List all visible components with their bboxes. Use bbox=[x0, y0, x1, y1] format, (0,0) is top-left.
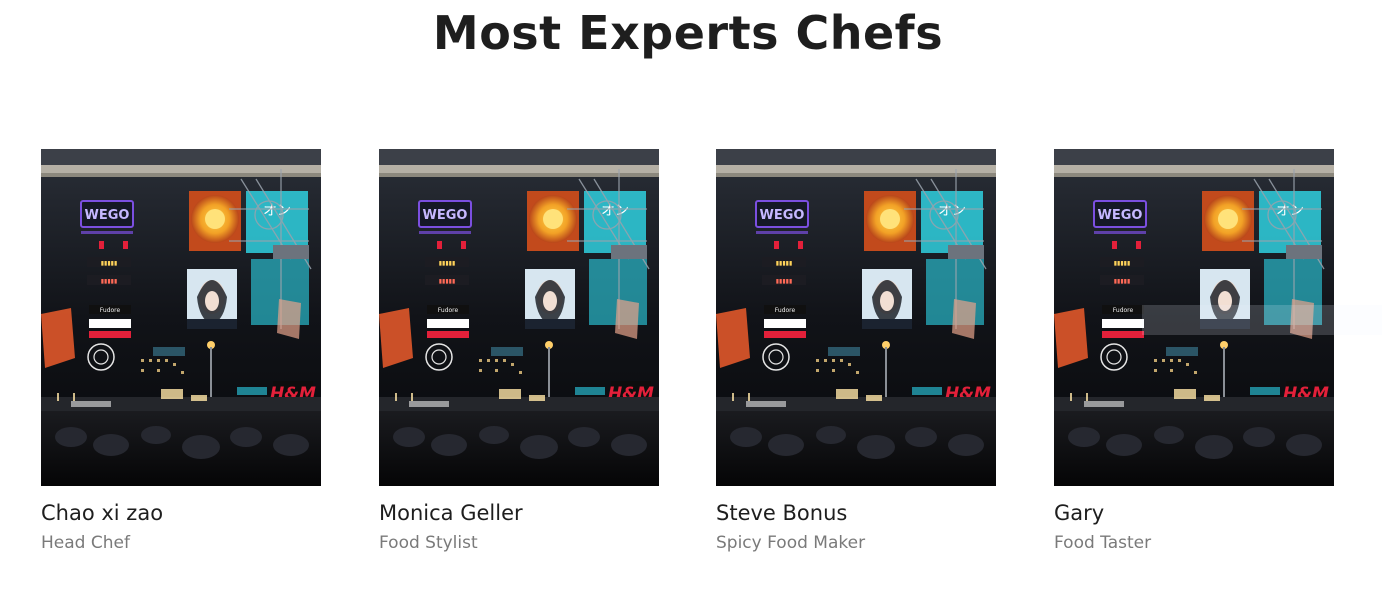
faded-overlay bbox=[1142, 305, 1382, 335]
chef-name: Chao xi zao bbox=[41, 501, 164, 525]
chef-card[interactable]: WEGO オン ▮▮▮▮▮ ▮▮▮▮▮ Fudore bbox=[1054, 149, 1334, 554]
chef-role: Head Chef bbox=[41, 533, 130, 553]
svg-text:▮▮▮▮▮: ▮▮▮▮▮ bbox=[439, 260, 456, 267]
svg-text:▮▮▮▮▮: ▮▮▮▮▮ bbox=[776, 278, 793, 285]
section-title: Most Experts Chefs bbox=[432, 6, 944, 60]
chef-photo: WEGO オン ▮▮▮▮▮ ▮▮▮▮▮ Fudore H&M bbox=[379, 149, 659, 486]
svg-text:Fudore: Fudore bbox=[100, 307, 121, 314]
svg-text:▮▮▮▮▮: ▮▮▮▮▮ bbox=[1114, 260, 1131, 267]
svg-text:▮▮▮▮▮: ▮▮▮▮▮ bbox=[439, 278, 456, 285]
chef-role: Food Stylist bbox=[379, 533, 478, 553]
chef-photo: WEGO オン ▮▮▮▮▮ ▮▮▮▮▮ Fudore H&M bbox=[41, 149, 321, 486]
chef-name: Monica Geller bbox=[379, 501, 523, 525]
svg-text:Fudore: Fudore bbox=[438, 307, 459, 314]
svg-text:WEGO: WEGO bbox=[760, 208, 805, 223]
svg-text:Fudore: Fudore bbox=[775, 307, 796, 314]
svg-text:▮▮▮▮▮: ▮▮▮▮▮ bbox=[101, 278, 118, 285]
svg-text:オン: オン bbox=[263, 203, 291, 219]
chef-name: Gary bbox=[1054, 501, 1105, 525]
chef-card[interactable]: WEGO オン ▮▮▮▮▮ ▮▮▮▮▮ Fudore bbox=[716, 149, 996, 554]
svg-text:WEGO: WEGO bbox=[1098, 208, 1143, 223]
svg-text:オン: オン bbox=[601, 203, 629, 219]
chef-role: Food Taster bbox=[1054, 533, 1152, 553]
svg-text:Fudore: Fudore bbox=[1113, 307, 1134, 314]
chef-role: Spicy Food Maker bbox=[716, 533, 866, 553]
chef-photo: WEGO オン ▮▮▮▮▮ ▮▮▮▮▮ Fudore H&M bbox=[716, 149, 996, 486]
svg-text:オン: オン bbox=[938, 203, 966, 219]
svg-text:オン: オン bbox=[1276, 203, 1304, 219]
svg-text:▮▮▮▮▮: ▮▮▮▮▮ bbox=[776, 260, 793, 267]
chef-name: Steve Bonus bbox=[716, 501, 848, 525]
chef-card[interactable]: WEGO オン ▮▮▮▮▮ ▮▮▮▮▮ Fudore bbox=[41, 149, 321, 554]
svg-text:WEGO: WEGO bbox=[85, 208, 130, 223]
svg-text:▮▮▮▮▮: ▮▮▮▮▮ bbox=[1114, 278, 1131, 285]
svg-text:▮▮▮▮▮: ▮▮▮▮▮ bbox=[101, 260, 118, 267]
svg-text:WEGO: WEGO bbox=[423, 208, 468, 223]
chefs-section: Most Experts Chefs WEGO オン ▮▮▮▮▮ ▮▮▮▮▮ F… bbox=[0, 0, 1394, 601]
chef-card[interactable]: WEGO オン ▮▮▮▮▮ ▮▮▮▮▮ Fudore bbox=[379, 149, 659, 554]
